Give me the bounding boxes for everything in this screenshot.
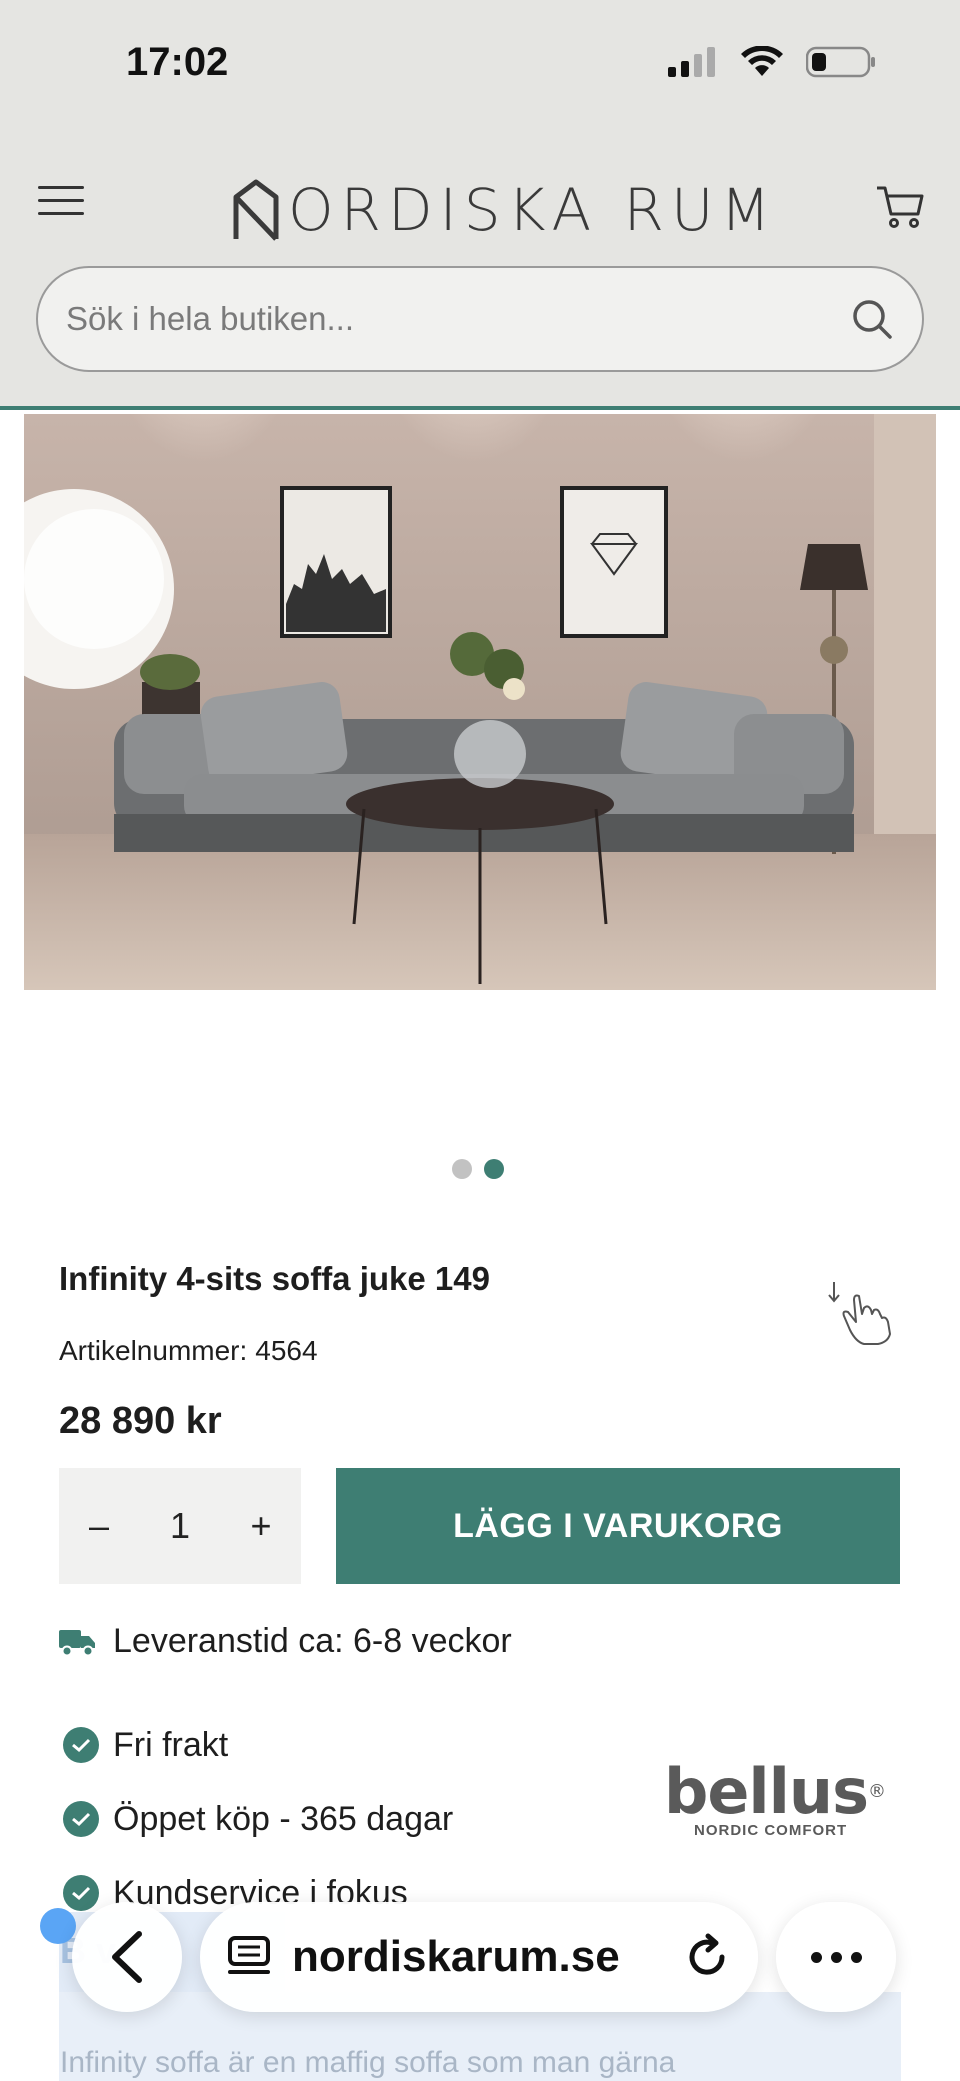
benefit-item: Öppet köp - 365 dagar — [63, 1782, 453, 1856]
benefit-text: Öppet köp - 365 dagar — [113, 1799, 454, 1838]
truck-icon — [59, 1629, 95, 1656]
description-text: Infinity soffa är en maffig soffa som ma… — [60, 2046, 676, 2079]
dot — [830, 1951, 842, 1963]
brand-tagline: NORDIC COMFORT — [694, 1822, 848, 1839]
check-icon — [63, 1801, 99, 1837]
search-bar[interactable] — [36, 266, 924, 372]
quantity-increase-button[interactable]: + — [241, 1505, 281, 1547]
search-icon[interactable] — [850, 297, 894, 341]
hamburger-menu-icon[interactable] — [38, 186, 84, 232]
reload-icon[interactable] — [682, 1932, 732, 1982]
page-menu-icon[interactable] — [226, 1934, 272, 1980]
status-bar: 17:02 — [0, 0, 960, 120]
logo-house-n-icon — [233, 179, 279, 241]
delivery-info: Leveranstid ca: 6-8 veckor — [59, 1622, 512, 1661]
status-time: 17:02 — [126, 40, 229, 84]
back-button[interactable] — [72, 1902, 182, 2012]
url-text: nordiskarum.se — [292, 1932, 620, 1981]
sku-value: 4564 — [255, 1335, 318, 1366]
battery-icon — [806, 46, 875, 78]
sku-label: Artikelnummer: — [59, 1335, 248, 1366]
swipe-gesture-icon — [828, 1282, 891, 1345]
benefit-text: Fri frakt — [113, 1725, 229, 1764]
search-input[interactable] — [66, 300, 850, 338]
sku-line: Artikelnummer: 4564 — [59, 1335, 318, 1367]
chevron-left-icon — [112, 1931, 142, 1983]
carousel-dots — [452, 1159, 504, 1179]
carousel-dot-2[interactable] — [484, 1159, 504, 1179]
site-logo[interactable]: ORDISKA RUM — [232, 172, 777, 248]
brand-name: bellus® — [664, 1755, 886, 1828]
product-title: Infinity 4-sits soffa juke 149 — [59, 1260, 490, 1297]
delivery-text: Leveranstid ca: 6-8 veckor — [113, 1622, 512, 1660]
address-bar[interactable]: nordiskarum.se — [200, 1902, 758, 2012]
quantity-stepper: – 1 + — [59, 1468, 301, 1584]
signal-icon — [668, 47, 715, 77]
brand-logo: bellus® NORDIC COMFORT — [664, 1755, 886, 1840]
add-to-cart-button[interactable]: LÄGG I VARUKORG — [336, 1468, 900, 1584]
more-options-button[interactable] — [776, 1902, 896, 2012]
status-icons — [668, 46, 876, 78]
product-price: 28 890 kr — [59, 1400, 222, 1442]
browser-toolbar: nordiskarum.se — [0, 1890, 960, 2020]
product-photo-sofa — [24, 414, 936, 990]
cart-icon[interactable] — [874, 180, 926, 232]
quantity-value[interactable]: 1 — [150, 1505, 210, 1547]
dot — [810, 1951, 822, 1963]
wifi-icon — [741, 46, 783, 76]
benefit-item: Fri frakt — [63, 1708, 453, 1782]
site-header: ORDISKA RUM — [0, 120, 960, 410]
logo-text: ORDISKA RUM — [288, 176, 778, 244]
check-icon — [63, 1727, 99, 1763]
carousel-dot-1[interactable] — [452, 1159, 472, 1179]
quantity-decrease-button[interactable]: – — [79, 1505, 119, 1547]
dot — [850, 1951, 862, 1963]
product-image[interactable] — [24, 414, 936, 990]
